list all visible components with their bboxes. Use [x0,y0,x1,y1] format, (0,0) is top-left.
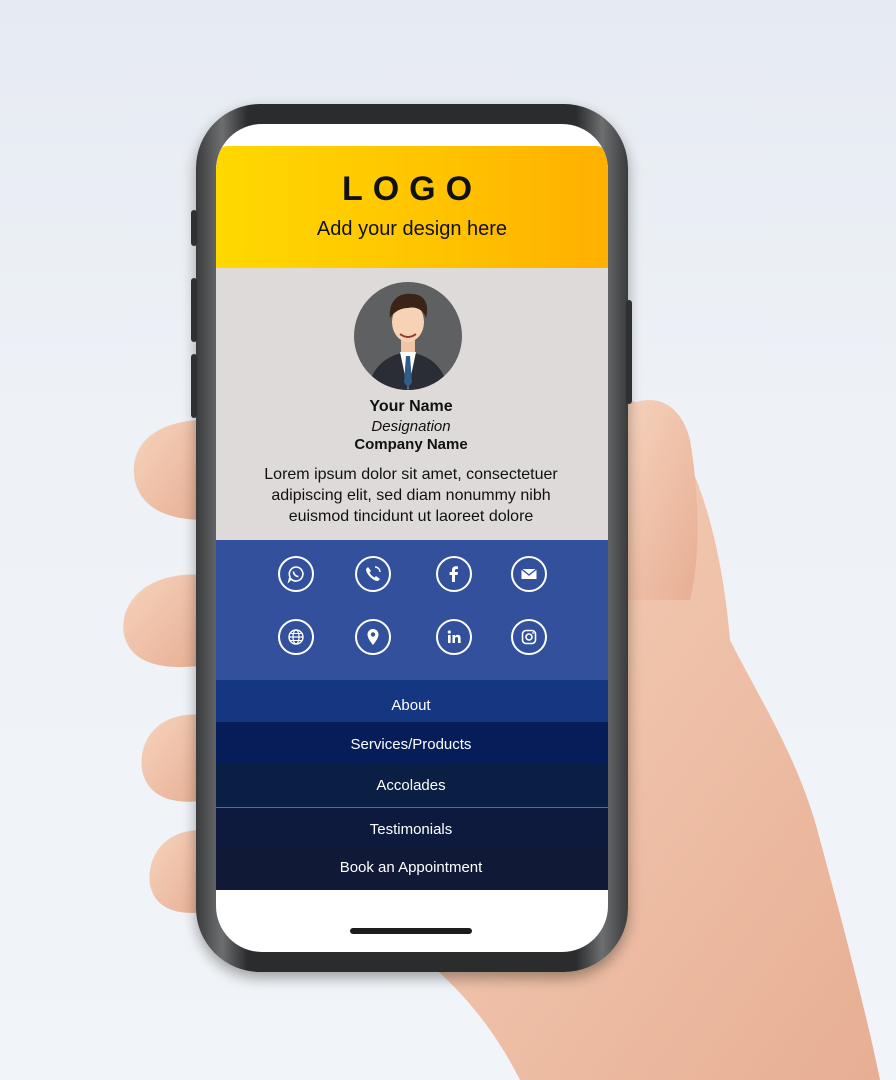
power-button [626,300,632,404]
menu-about-label: About [391,697,431,714]
whatsapp-icon[interactable] [278,556,314,592]
about-paragraph: Lorem ipsum dolor sit amet, consectetuer… [264,466,558,525]
company-name: Company Name [354,436,468,453]
menu-testimonials[interactable]: Testimonials [216,808,608,848]
avatar [354,282,462,390]
social-icons-panel [216,540,608,680]
home-indicator [350,928,472,934]
designation: Designation [371,418,451,435]
instagram-icon[interactable] [511,619,547,655]
menu-services-products[interactable]: Services/Products [216,722,608,764]
volume-down-button [191,354,197,418]
linkedin-icon[interactable] [436,619,472,655]
menu-services-products-label: Services/Products [350,736,472,753]
phone-icon[interactable] [355,556,391,592]
menu-about[interactable]: About [216,680,608,722]
menu-accolades-label: Accolades [376,777,446,794]
globe-icon[interactable] [278,619,314,655]
menu-testimonials-label: Testimonials [369,821,453,838]
phone-screen: LOGO Add your design here Your Name Desi… [216,124,608,952]
location-pin-icon[interactable] [355,619,391,655]
mute-switch [191,210,197,246]
menu-accolades[interactable]: Accolades [216,764,608,808]
menu-book-appointment-label: Book an Appointment [339,859,483,876]
logo-text: LOGO [341,170,483,208]
volume-up-button [191,278,197,342]
person-name: Your Name [369,398,453,415]
profile-section: Your Name Designation Company Name Lorem… [216,268,608,540]
card-header: LOGO Add your design here [216,146,608,268]
facebook-icon[interactable] [436,556,472,592]
header-tagline: Add your design here [316,218,508,240]
menu-book-appointment[interactable]: Book an Appointment [216,848,608,890]
email-icon[interactable] [511,556,547,592]
